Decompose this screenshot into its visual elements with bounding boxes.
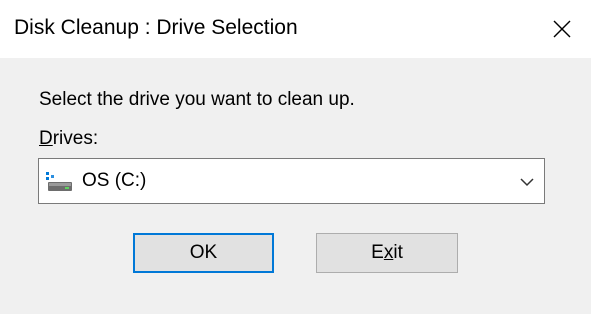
drives-label-text: rives: [52, 128, 99, 149]
close-icon [553, 20, 571, 38]
exit-label-post: it [393, 242, 403, 263]
drives-label-accelerator: D [39, 128, 53, 149]
chevron-down-icon [520, 178, 534, 187]
disk-cleanup-dialog: Disk Cleanup : Drive Selection Select th… [0, 0, 591, 314]
exit-label-pre: E [371, 242, 384, 263]
close-button[interactable] [533, 0, 591, 58]
selected-drive: OS (C:) [82, 170, 147, 191]
exit-button[interactable]: Ex it [316, 233, 458, 273]
drives-label: Drives: [39, 127, 98, 151]
dialog-content: Select the drive you want to clean up. D… [0, 58, 591, 314]
window-title: Disk Cleanup : Drive Selection [14, 16, 298, 39]
instruction-text: Select the drive you want to clean up. [39, 89, 355, 110]
exit-label-accelerator: x [383, 242, 394, 263]
ok-button[interactable]: OK [133, 233, 274, 273]
title-bar: Disk Cleanup : Drive Selection [0, 0, 591, 58]
drives-dropdown[interactable]: OS (C:) [38, 158, 545, 204]
hard-drive-icon [46, 172, 72, 191]
